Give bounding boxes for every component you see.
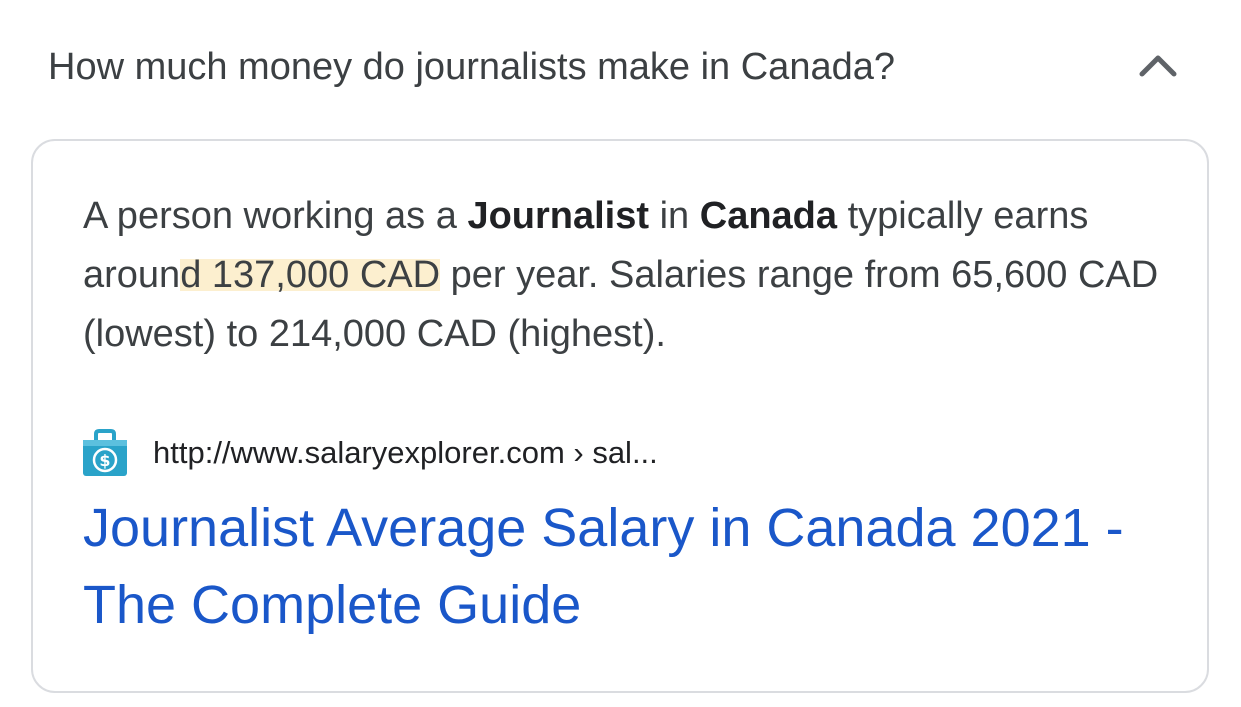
snippet-text: A person working as a bbox=[83, 195, 468, 237]
source-url[interactable]: http://www.salaryexplorer.com › sal... bbox=[153, 433, 658, 473]
result-title-link[interactable]: Journalist Average Salary in Canada 2021… bbox=[83, 490, 1173, 644]
snippet-highlight: d 137,000 CAD bbox=[180, 254, 441, 296]
source-row[interactable]: $ http://www.salaryexplorer.com › sal... bbox=[81, 425, 1171, 479]
svg-text:$: $ bbox=[99, 451, 110, 470]
chevron-up-icon[interactable] bbox=[1136, 50, 1180, 80]
faq-question-row[interactable]: How much money do journalists make in Ca… bbox=[0, 0, 1241, 135]
snippet-bold-term: Canada bbox=[699, 195, 838, 237]
answer-snippet: A person working as a Journalist in Cana… bbox=[83, 187, 1173, 364]
snippet-bold-term: Journalist bbox=[467, 195, 650, 237]
money-bag-icon: $ bbox=[83, 429, 127, 476]
snippet-text: in bbox=[649, 195, 700, 237]
answer-card: A person working as a Journalist in Cana… bbox=[31, 139, 1209, 693]
faq-question-text: How much money do journalists make in Ca… bbox=[48, 46, 895, 88]
